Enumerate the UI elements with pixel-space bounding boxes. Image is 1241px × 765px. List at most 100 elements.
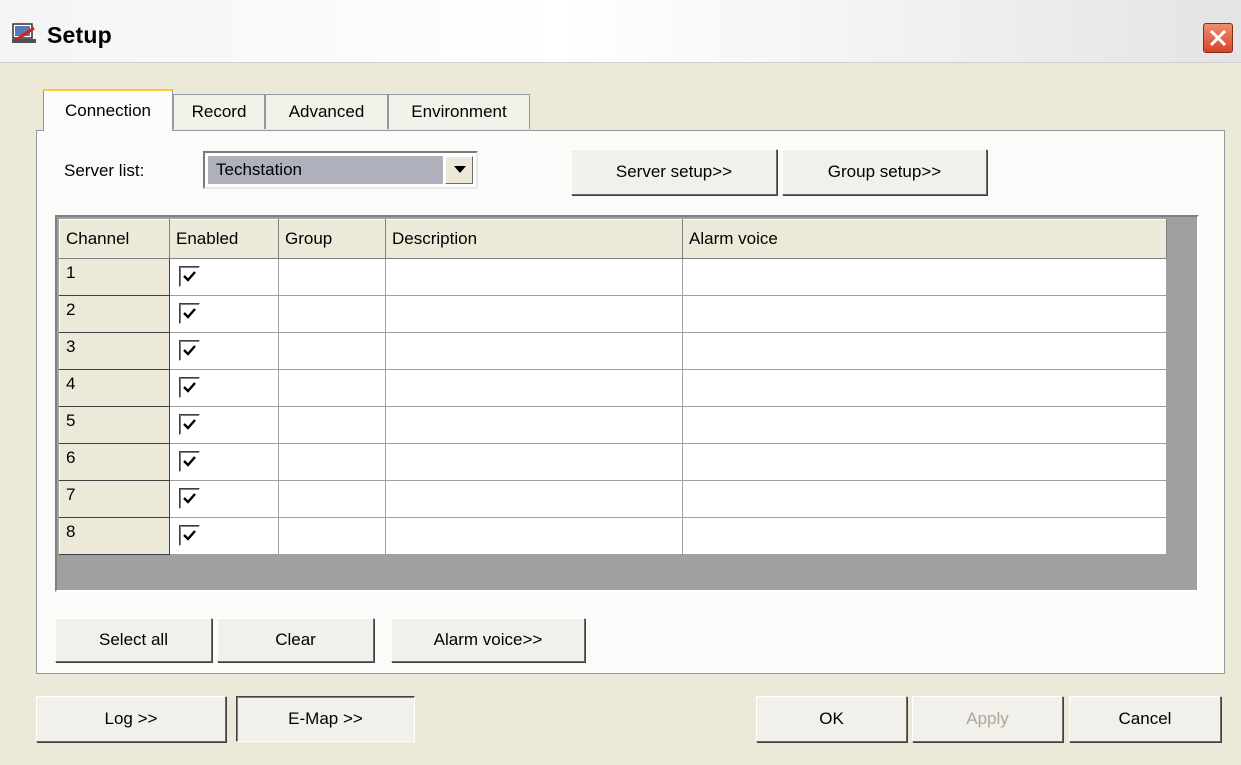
enabled-checkbox[interactable]: [179, 451, 200, 472]
group-cell[interactable]: [278, 258, 386, 296]
channel-cell: 8: [59, 517, 170, 555]
table-header-row: Channel Enabled Group Description Alarm …: [59, 219, 1167, 259]
alarm-voice-cell[interactable]: [682, 443, 1167, 481]
group-cell[interactable]: [278, 406, 386, 444]
close-button[interactable]: [1203, 23, 1233, 53]
alarm-voice-cell[interactable]: [682, 369, 1167, 407]
checkmark-icon: [183, 530, 196, 541]
enabled-cell: [169, 295, 279, 333]
server-list-select[interactable]: Techstation: [203, 151, 478, 189]
description-cell[interactable]: [385, 517, 683, 555]
channel-cell: 2: [59, 295, 170, 333]
emap-button[interactable]: E-Map >>: [236, 696, 415, 742]
tab-advanced[interactable]: Advanced: [265, 94, 388, 129]
table-row[interactable]: 3: [59, 332, 1167, 370]
alarm-voice-cell[interactable]: [682, 406, 1167, 444]
server-list-label: Server list:: [64, 161, 145, 180]
table-row[interactable]: 8: [59, 517, 1167, 555]
description-cell[interactable]: [385, 480, 683, 518]
checkmark-icon: [183, 493, 196, 504]
setup-app-icon: [12, 23, 36, 43]
channel-cell: 7: [59, 480, 170, 518]
log-button[interactable]: Log >>: [36, 696, 226, 742]
dropdown-button[interactable]: [445, 156, 473, 184]
title-bar[interactable]: Setup: [0, 0, 1241, 63]
enabled-checkbox[interactable]: [179, 525, 200, 546]
enabled-checkbox[interactable]: [179, 340, 200, 361]
group-cell[interactable]: [278, 295, 386, 333]
alarm-voice-cell[interactable]: [682, 295, 1167, 333]
enabled-cell: [169, 517, 279, 555]
group-cell[interactable]: [278, 517, 386, 555]
setup-window: Setup Connection Record Advanced Environ…: [0, 0, 1241, 765]
alarm-voice-button[interactable]: Alarm voice>>: [391, 618, 585, 662]
group-cell[interactable]: [278, 369, 386, 407]
chevron-down-icon: [454, 166, 466, 173]
enabled-cell: [169, 406, 279, 444]
window-title: Setup: [47, 22, 112, 48]
group-setup-button[interactable]: Group setup>>: [782, 149, 987, 195]
tab-label: Connection: [64, 101, 151, 120]
enabled-checkbox[interactable]: [179, 414, 200, 435]
tab-environment[interactable]: Environment: [388, 94, 530, 129]
alarm-voice-cell[interactable]: [682, 517, 1167, 555]
column-header-description[interactable]: Description: [385, 219, 683, 259]
server-setup-button[interactable]: Server setup>>: [571, 149, 777, 195]
column-header-group[interactable]: Group: [278, 219, 386, 259]
alarm-voice-cell[interactable]: [682, 332, 1167, 370]
enabled-checkbox[interactable]: [179, 488, 200, 509]
apply-button[interactable]: Apply: [912, 696, 1063, 742]
cancel-button[interactable]: Cancel: [1069, 696, 1221, 742]
ok-button[interactable]: OK: [756, 696, 907, 742]
checkmark-icon: [183, 271, 196, 282]
channel-cell: 3: [59, 332, 170, 370]
channel-table: Channel Enabled Group Description Alarm …: [59, 219, 1167, 555]
channel-cell: 6: [59, 443, 170, 481]
enabled-cell: [169, 480, 279, 518]
enabled-cell: [169, 332, 279, 370]
enabled-checkbox[interactable]: [179, 303, 200, 324]
alarm-voice-cell[interactable]: [682, 480, 1167, 518]
server-list-value: Techstation: [208, 156, 443, 184]
description-cell[interactable]: [385, 406, 683, 444]
tab-connection[interactable]: Connection: [43, 89, 173, 131]
checkmark-icon: [183, 382, 196, 393]
channel-cell: 5: [59, 406, 170, 444]
channel-grid[interactable]: Channel Enabled Group Description Alarm …: [55, 215, 1199, 592]
clear-button[interactable]: Clear: [217, 618, 374, 662]
table-row[interactable]: 4: [59, 369, 1167, 407]
enabled-cell: [169, 258, 279, 296]
checkmark-icon: [183, 419, 196, 430]
description-cell[interactable]: [385, 443, 683, 481]
checkmark-icon: [183, 456, 196, 467]
table-row[interactable]: 2: [59, 295, 1167, 333]
description-cell[interactable]: [385, 332, 683, 370]
description-cell[interactable]: [385, 258, 683, 296]
channel-cell: 4: [59, 369, 170, 407]
tab-label: Environment: [411, 102, 507, 121]
checkmark-icon: [183, 345, 196, 356]
column-header-enabled[interactable]: Enabled: [169, 219, 279, 259]
enabled-checkbox[interactable]: [179, 266, 200, 287]
channel-cell: 1: [59, 258, 170, 296]
table-row[interactable]: 1: [59, 258, 1167, 296]
group-cell[interactable]: [278, 480, 386, 518]
alarm-voice-cell[interactable]: [682, 258, 1167, 296]
table-row[interactable]: 6: [59, 443, 1167, 481]
description-cell[interactable]: [385, 295, 683, 333]
tab-record[interactable]: Record: [173, 94, 265, 129]
enabled-cell: [169, 369, 279, 407]
table-row[interactable]: 5: [59, 406, 1167, 444]
enabled-checkbox[interactable]: [179, 377, 200, 398]
column-header-channel[interactable]: Channel: [59, 219, 170, 259]
select-all-button[interactable]: Select all: [55, 618, 212, 662]
checkmark-icon: [183, 308, 196, 319]
enabled-cell: [169, 443, 279, 481]
group-cell[interactable]: [278, 443, 386, 481]
tab-label: Advanced: [288, 102, 365, 121]
table-row[interactable]: 7: [59, 480, 1167, 518]
tab-label: Record: [191, 102, 247, 121]
description-cell[interactable]: [385, 369, 683, 407]
column-header-alarm-voice[interactable]: Alarm voice: [682, 219, 1167, 259]
group-cell[interactable]: [278, 332, 386, 370]
